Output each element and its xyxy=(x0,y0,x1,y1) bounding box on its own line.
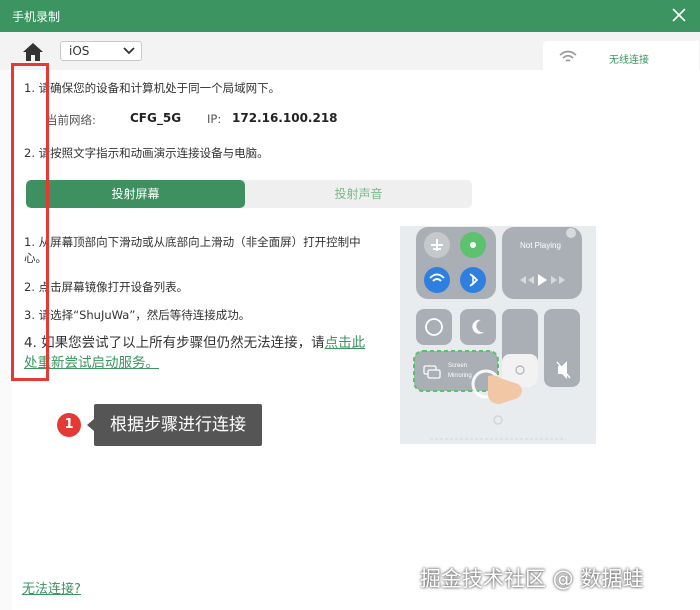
wifi-icon xyxy=(559,50,577,62)
callout-tooltip: 根据步骤进行连接 xyxy=(87,404,262,446)
cannot-connect-link[interactable]: 无法连接? xyxy=(22,578,81,597)
not-playing-text: Not Playing xyxy=(520,241,561,250)
step-2-text: 2. 请按照文字指示和动画演示连接设备与电脑。 xyxy=(24,146,269,160)
chevron-down-icon xyxy=(123,47,135,55)
wifi-toggle-icon xyxy=(424,267,450,293)
screen-mirroring-label-1: Screen xyxy=(448,363,467,369)
instruction-2: 2. 点击屏幕镜像打开设备列表。 xyxy=(24,280,189,294)
wireless-connect-label: 无线连接 xyxy=(609,55,649,66)
network-ssid: CFG_5G xyxy=(130,111,182,125)
ip-label: IP: xyxy=(207,112,222,126)
os-select[interactable]: iOS xyxy=(60,41,142,61)
os-select-value: iOS xyxy=(69,44,90,58)
window-title: 手机录制 xyxy=(12,10,61,24)
title-bar: 手机录制 xyxy=(0,0,700,32)
home-icon[interactable] xyxy=(22,42,44,62)
tab-cast-audio[interactable]: 投射声音 xyxy=(245,180,472,208)
instruction-3: 3. 请选择“ShuJuWa”，然后等待连接成功。 xyxy=(24,308,251,322)
instruction-4-text: 4. 如果您尝试了以上所有步骤但仍然无法连接，请 xyxy=(24,335,325,351)
instruction-1-line-1: 1. 从屏幕顶部向下滑动或从底部向上滑动（非全面屏）打开控制中 xyxy=(24,235,361,249)
close-icon[interactable] xyxy=(670,6,688,24)
cast-mode-tabs: 投射屏幕 投射声音 xyxy=(26,180,472,208)
instruction-1-line-2: 心。 xyxy=(24,251,47,265)
step-1-text: 1. 请确保您的设备和计算机处于同一个局域网下。 xyxy=(24,81,281,95)
step-badge: 1 xyxy=(57,413,81,437)
watermark: 掘金技术社区 @ 数据蛙 xyxy=(420,567,644,591)
control-center-illustration: Not Playing Screen Mirroring xyxy=(400,226,596,444)
network-label: 当前网络: xyxy=(46,113,96,127)
screen-mirroring-label-2: Mirroring xyxy=(448,373,472,379)
ip-address: 172.16.100.218 xyxy=(232,111,338,125)
tab-cast-screen[interactable]: 投射屏幕 xyxy=(26,180,245,208)
instruction-4: 4. 如果您尝试了以上所有步骤但仍然无法连接，请点击此处重新尝试启动服务。 xyxy=(24,333,374,373)
